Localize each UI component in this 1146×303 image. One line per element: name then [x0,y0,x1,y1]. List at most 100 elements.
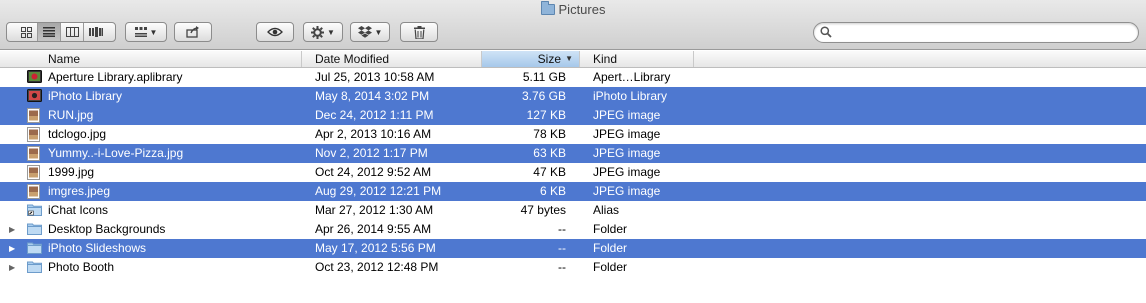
coverflow-view-button[interactable] [84,23,107,41]
column-header-name-label: Name [48,52,81,66]
file-row[interactable]: 1999.jpg Oct 24, 2012 9:52 AM 47 KB JPEG im… [0,163,1146,182]
file-date: Dec 24, 2012 1:11 PM [315,108,434,122]
file-name: imgres.jpeg [48,184,111,198]
disclosure-triangle-icon[interactable]: ▶ [9,239,15,258]
folder-icon [27,241,42,256]
column-header-size[interactable]: Size ▼ [482,51,580,67]
disclosure-triangle-icon[interactable]: ▶ [9,258,15,277]
column-header-kind[interactable]: Kind [580,51,694,67]
list-view-button[interactable] [38,23,61,41]
file-row[interactable]: ▶ Desktop Backgrounds Apr 26, 2014 9:55 AM… [0,220,1146,239]
file-date: Oct 23, 2012 12:48 PM [315,260,439,274]
file-size: -- [558,241,566,255]
file-size: 5.11 GB [522,70,566,84]
file-size: 6 KB [539,184,566,198]
file-kind: Folder [593,260,628,274]
chevron-down-icon: ▼ [327,27,335,37]
file-kind: JPEG image [593,108,661,122]
file-name: Photo Booth [48,260,115,274]
dropbox-button[interactable]: ▼ [350,22,390,42]
file-row[interactable]: iPhoto Library May 8, 2014 3:02 PM 3.76 GB… [0,87,1146,106]
file-date: Apr 26, 2014 9:55 AM [315,222,432,236]
column-header-kind-label: Kind [593,52,618,66]
file-date: Oct 24, 2012 9:52 AM [315,165,432,179]
file-size: 63 KB [533,146,566,160]
folder-icon [540,1,555,15]
folder-icon [27,260,42,275]
file-date: Apr 2, 2013 10:16 AM [315,127,432,141]
icon-view-icon [20,26,32,38]
search-icon [820,26,832,38]
file-kind: JPEG image [593,165,661,179]
file-row[interactable]: imgres.jpeg Aug 29, 2012 12:21 PM 6 KB JPEG… [0,182,1146,201]
action-button[interactable]: ▼ [303,22,343,42]
file-date: Mar 27, 2012 1:30 AM [315,203,434,217]
file-name: 1999.jpg [48,165,95,179]
eye-icon [267,27,283,37]
arrange-button[interactable]: ▼ [125,22,167,42]
file-size: 47 KB [533,165,566,179]
window-title-text: Pictures [558,2,606,17]
file-size: 127 KB [526,108,566,122]
trash-icon [413,25,425,39]
file-name: Aperture Library.aplibrary [48,70,183,84]
share-button[interactable] [174,22,212,42]
column-header-date[interactable]: Date Modified [302,51,482,67]
file-date: May 8, 2014 3:02 PM [315,89,430,103]
file-kind: Folder [593,241,628,255]
file-size: -- [558,260,566,274]
column-header-size-label: Size [537,52,561,66]
view-mode-control [6,22,116,42]
file-size: -- [558,222,566,236]
window-title: Pictures [0,1,1146,17]
file-name: tdclogo.jpg [48,127,107,141]
column-view-button[interactable] [61,23,84,41]
file-date: Jul 25, 2013 10:58 AM [315,70,435,84]
file-size: 47 bytes [520,203,566,217]
file-row[interactable]: Aperture Library.aplibrary Jul 25, 2013 1… [0,68,1146,87]
arrange-grid-icon [134,27,147,37]
toolbar: Pictures ▼ ▼ ▼ [0,0,1146,50]
search-field[interactable] [813,22,1139,43]
chevron-down-icon: ▼ [149,27,158,37]
file-name: iPhoto Library [48,89,123,103]
file-row[interactable]: ▶ iPhoto Slideshows May 17, 2012 5:56 PM --… [0,239,1146,258]
file-kind: iPhoto Library [593,89,668,103]
file-row[interactable]: iChat Icons Mar 27, 2012 1:30 AM 47 bytes A… [0,201,1146,220]
disclosure-triangle-icon[interactable]: ▶ [9,220,15,239]
search-input[interactable] [836,25,1126,40]
jpeg-thumbnail-icon [27,127,42,142]
file-row[interactable]: ▶ Photo Booth Oct 23, 2012 12:48 PM -- Folde… [0,258,1146,277]
folder-icon [27,222,42,237]
jpeg-thumbnail-icon [27,165,42,180]
file-name: RUN.jpg [48,108,94,122]
file-kind: JPEG image [593,146,661,160]
file-row[interactable]: RUN.jpg Dec 24, 2012 1:11 PM 127 KB JPEG im… [0,106,1146,125]
alias-folder-icon [27,203,42,218]
icon-view-button[interactable] [15,23,38,41]
file-name: Yummy..-i-Love-Pizza.jpg [48,146,184,160]
file-list: Aperture Library.aplibrary Jul 25, 2013 1… [0,68,1146,277]
file-name: iPhoto Slideshows [48,241,147,255]
column-view-icon [65,27,79,37]
share-icon [186,26,199,38]
jpeg-thumbnail-icon [27,146,42,161]
aperture-library-icon [27,70,42,85]
delete-button[interactable] [400,22,438,42]
file-row[interactable]: Yummy..-i-Love-Pizza.jpg Nov 2, 2012 1:17… [0,144,1146,163]
quick-look-button[interactable] [256,22,294,42]
file-kind: JPEG image [593,184,661,198]
dropbox-icon [357,26,372,38]
jpeg-thumbnail-icon [27,108,42,123]
iphoto-library-icon [27,89,42,104]
chevron-down-icon: ▼ [374,27,383,37]
file-kind: Apert…Library [593,70,671,84]
file-date: May 17, 2012 5:56 PM [315,241,436,255]
file-date: Aug 29, 2012 12:21 PM [315,184,442,198]
file-kind: JPEG image [593,127,661,141]
column-header-name[interactable]: Name [0,51,302,67]
file-kind: Folder [593,222,628,236]
column-header-row: Name Date Modified Size ▼ Kind [0,51,1146,68]
file-row[interactable]: tdclogo.jpg Apr 2, 2013 10:16 AM 78 KB JPEG… [0,125,1146,144]
jpeg-thumbnail-icon [27,184,42,199]
